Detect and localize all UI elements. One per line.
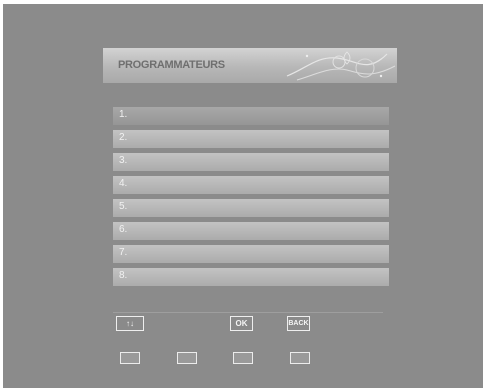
timer-row[interactable]: 2. (113, 130, 389, 148)
hint-divider (113, 312, 383, 313)
timer-row[interactable]: 3. (113, 153, 389, 171)
yellow-key-button[interactable] (233, 352, 253, 364)
timer-row[interactable]: 1. (113, 107, 389, 125)
timer-row[interactable]: 5. (113, 199, 389, 217)
navigate-arrows-icon[interactable]: ↑↓ (116, 316, 144, 331)
timer-index: 2. (119, 132, 128, 143)
timer-row[interactable]: 7. (113, 245, 389, 263)
timer-index: 4. (119, 178, 128, 189)
timer-index: 1. (119, 109, 128, 120)
timer-index: 3. (119, 155, 128, 166)
timer-index: 7. (119, 247, 128, 258)
ok-button[interactable]: OK (230, 316, 253, 331)
green-key-button[interactable] (177, 352, 197, 364)
timer-list: 1. 2. 3. 4. 5. 6. 7. 8. (113, 107, 389, 291)
timer-row[interactable]: 8. (113, 268, 389, 286)
blue-key-button[interactable] (290, 352, 310, 364)
page-title: PROGRAMMATEURS (118, 59, 225, 71)
tv-screen: PROGRAMMATEURS 1. 2. 3. 4. 5. 6. 7. 8. ↑… (3, 4, 483, 388)
timer-row[interactable]: 6. (113, 222, 389, 240)
header-bar: PROGRAMMATEURS (103, 48, 397, 83)
red-key-button[interactable] (120, 352, 140, 364)
timer-index: 8. (119, 270, 128, 281)
timer-index: 5. (119, 201, 128, 212)
back-button[interactable]: BACK (287, 316, 310, 331)
timer-index: 6. (119, 224, 128, 235)
swirl-ornament-icon (286, 51, 396, 81)
timer-row[interactable]: 4. (113, 176, 389, 194)
